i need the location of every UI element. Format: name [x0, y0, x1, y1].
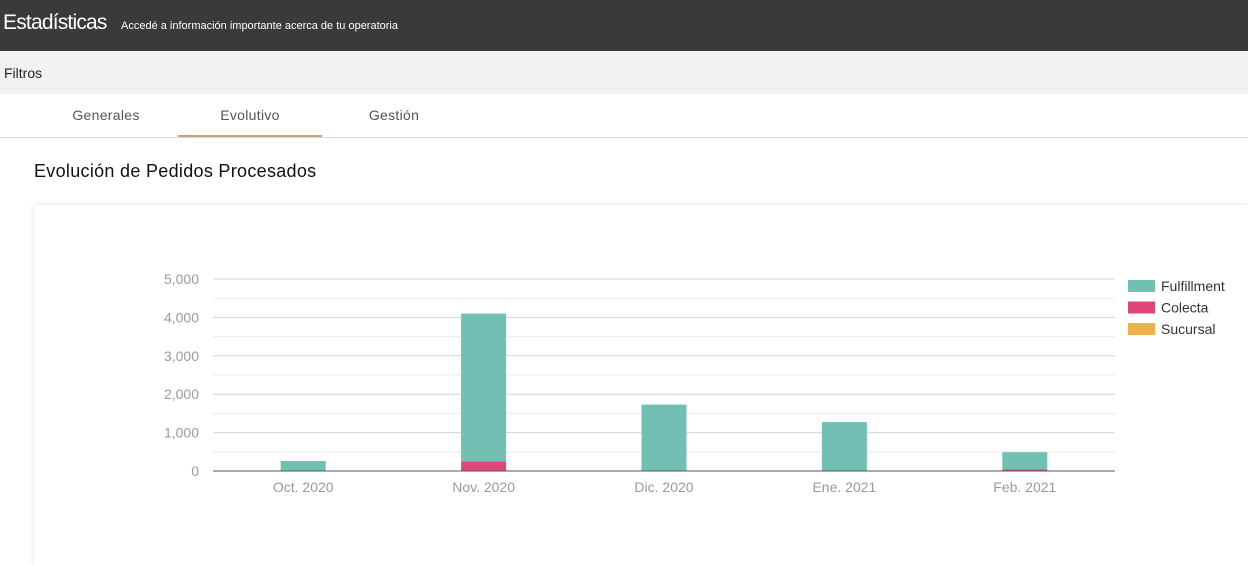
page-title: Estadísticas	[3, 11, 107, 35]
tab-generales[interactable]: Generales	[34, 94, 178, 136]
tab-evolutivo[interactable]: Evolutivo	[178, 94, 322, 137]
top-bar: Estadísticas Accedé a información import…	[0, 0, 1248, 51]
tab-bar: Generales Evolutivo Gestión	[0, 94, 1248, 138]
filters-bar[interactable]: Filtros	[0, 51, 1248, 94]
chart-card	[34, 205, 1248, 565]
tab-gestion[interactable]: Gestión	[322, 94, 466, 136]
section-title: Evolución de Pedidos Procesados	[34, 161, 316, 182]
page-subtitle: Accedé a información importante acerca d…	[121, 20, 398, 32]
filters-label[interactable]: Filtros	[4, 65, 42, 81]
